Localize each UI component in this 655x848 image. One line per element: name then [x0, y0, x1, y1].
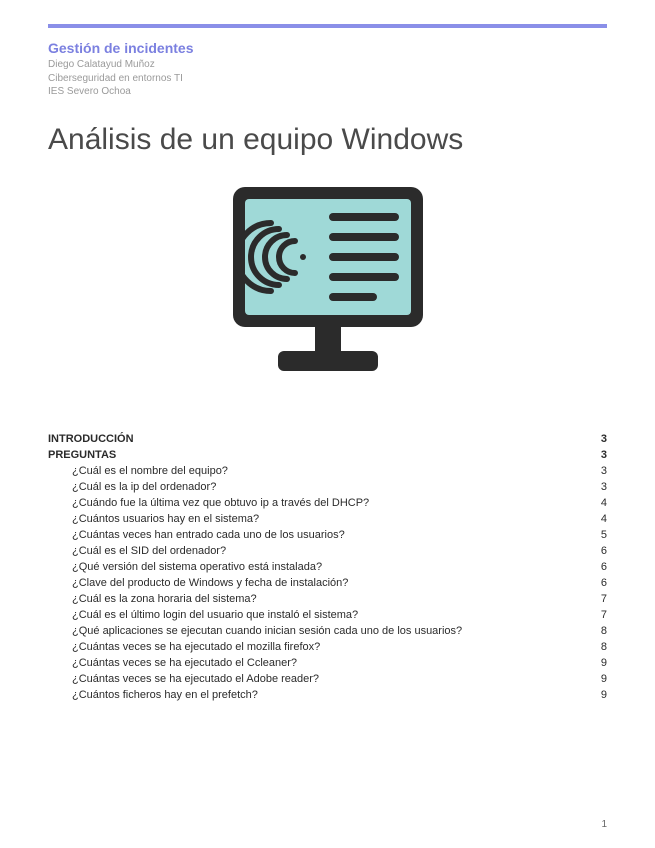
toc-item-row: ¿Cuál es la zona horaria del sistema? 7 [48, 591, 607, 607]
toc-section-row: INTRODUCCIÓN 3 [48, 431, 607, 447]
toc-item-page: 9 [591, 657, 607, 669]
author-line: Diego Calatayud Muñoz [48, 58, 607, 72]
hero-illustration [48, 181, 607, 381]
toc-item-row: ¿Cuántos ficheros hay en el prefetch? 9 [48, 687, 607, 703]
toc-item-label: ¿Cuál es el nombre del equipo? [72, 465, 228, 477]
toc-item-page: 7 [591, 609, 607, 621]
toc-item-row: ¿Cuántos usuarios hay en el sistema? 4 [48, 511, 607, 527]
table-of-contents: INTRODUCCIÓN 3 PREGUNTAS 3 ¿Cuál es el n… [48, 431, 607, 703]
toc-item-page: 9 [591, 689, 607, 701]
toc-item-row: ¿Cuántas veces se ha ejecutado el Cclean… [48, 655, 607, 671]
toc-item-label: ¿Cuántos usuarios hay en el sistema? [72, 513, 259, 525]
toc-section-label: PREGUNTAS [48, 449, 116, 461]
toc-section-page: 3 [591, 449, 607, 461]
toc-item-page: 6 [591, 577, 607, 589]
toc-item-label: ¿Cuántas veces se ha ejecutado el Adobe … [72, 673, 319, 685]
toc-item-page: 8 [591, 625, 607, 637]
toc-item-row: ¿Cuál es el SID del ordenador? 6 [48, 543, 607, 559]
toc-item-page: 4 [591, 497, 607, 509]
monitor-fingerprint-icon [223, 181, 433, 381]
toc-item-label: ¿Qué aplicaciones se ejecutan cuando ini… [72, 625, 462, 637]
toc-item-row: ¿Qué versión del sistema operativo está … [48, 559, 607, 575]
toc-item-page: 4 [591, 513, 607, 525]
toc-item-label: ¿Cuál es el último login del usuario que… [72, 609, 358, 621]
toc-section-page: 3 [591, 433, 607, 445]
toc-item-page: 3 [591, 465, 607, 477]
subject-line: Gestión de incidentes [48, 40, 607, 56]
toc-item-page: 9 [591, 673, 607, 685]
toc-section-row: PREGUNTAS 3 [48, 447, 607, 463]
toc-item-label: ¿Cuántas veces se ha ejecutado el Cclean… [72, 657, 297, 669]
toc-item-row: ¿Clave del producto de Windows y fecha d… [48, 575, 607, 591]
toc-item-row: ¿Cuántas veces se ha ejecutado el mozill… [48, 639, 607, 655]
toc-item-page: 6 [591, 545, 607, 557]
toc-item-page: 3 [591, 481, 607, 493]
toc-item-label: ¿Cuál es la zona horaria del sistema? [72, 593, 257, 605]
toc-item-label: ¿Clave del producto de Windows y fecha d… [72, 577, 348, 589]
toc-item-page: 5 [591, 529, 607, 541]
toc-item-label: ¿Cuántas veces han entrado cada uno de l… [72, 529, 345, 541]
toc-item-label: ¿Cuántos ficheros hay en el prefetch? [72, 689, 258, 701]
toc-item-row: ¿Cuál es el último login del usuario que… [48, 607, 607, 623]
course-line: Ciberseguridad en entornos TI [48, 72, 607, 86]
toc-section-label: INTRODUCCIÓN [48, 433, 134, 445]
toc-item-page: 6 [591, 561, 607, 573]
toc-item-row: ¿Qué aplicaciones se ejecutan cuando ini… [48, 623, 607, 639]
page-title: Análisis de un equipo Windows [48, 123, 607, 157]
toc-item-row: ¿Cuál es la ip del ordenador? 3 [48, 479, 607, 495]
toc-item-page: 8 [591, 641, 607, 653]
toc-item-label: ¿Qué versión del sistema operativo está … [72, 561, 322, 573]
toc-item-page: 7 [591, 593, 607, 605]
toc-item-label: ¿Cuál es la ip del ordenador? [72, 481, 216, 493]
toc-item-row: ¿Cuál es el nombre del equipo? 3 [48, 463, 607, 479]
toc-item-label: ¿Cuándo fue la última vez que obtuvo ip … [72, 497, 369, 509]
toc-item-row: ¿Cuántas veces se ha ejecutado el Adobe … [48, 671, 607, 687]
toc-item-label: ¿Cuál es el SID del ordenador? [72, 545, 226, 557]
toc-item-row: ¿Cuándo fue la última vez que obtuvo ip … [48, 495, 607, 511]
toc-item-label: ¿Cuántas veces se ha ejecutado el mozill… [72, 641, 320, 653]
document-header: Gestión de incidentes Diego Calatayud Mu… [48, 40, 607, 99]
school-line: IES Severo Ochoa [48, 85, 607, 99]
page-number: 1 [601, 819, 607, 830]
toc-item-row: ¿Cuántas veces han entrado cada uno de l… [48, 527, 607, 543]
top-border-rule [48, 24, 607, 28]
